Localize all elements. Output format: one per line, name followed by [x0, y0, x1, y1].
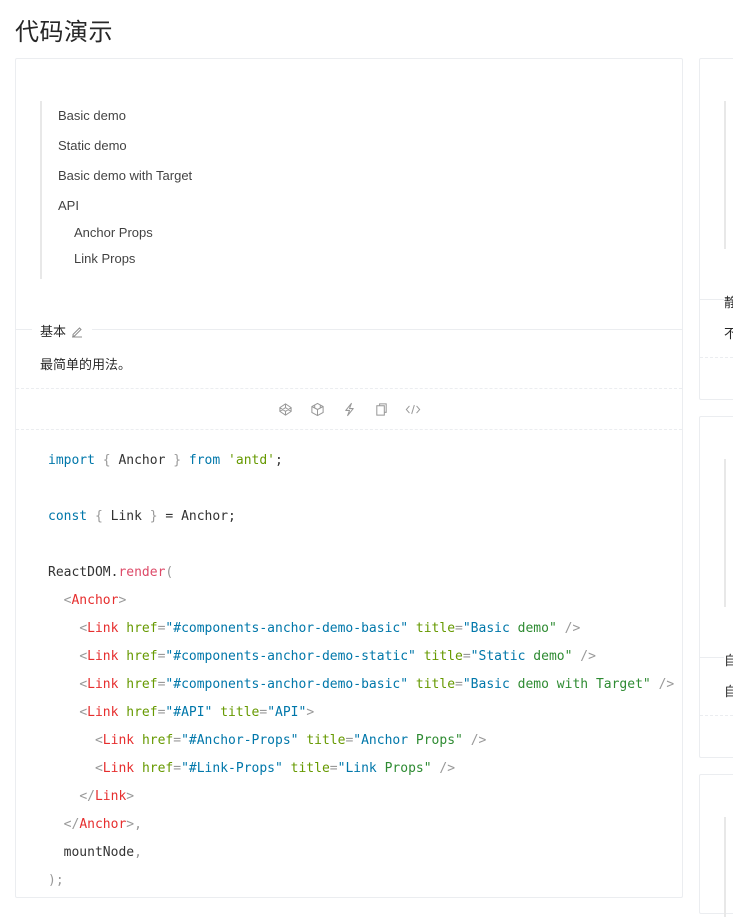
code-line: <Link href="#API" title="API"> — [79, 705, 315, 720]
page-title: 代码演示 — [15, 18, 113, 46]
anchor-nav-line — [724, 101, 726, 249]
meta-divider — [700, 299, 724, 300]
demo-description: 自 — [724, 684, 733, 699]
anchor-link-basic-demo-with-target[interactable]: Basic demo with Target — [58, 168, 192, 183]
demo-description: 不 — [724, 326, 733, 341]
meta-divider — [700, 657, 724, 658]
codepen-icon[interactable] — [277, 401, 293, 417]
code-line: <Link href="#components-anchor-demo-stat… — [79, 649, 596, 664]
anchor-nav-line — [724, 817, 726, 917]
code-block: import { Anchor } from 'antd'; const { L… — [48, 447, 674, 895]
code-line: ); — [48, 873, 64, 888]
anchor-nav-line — [724, 459, 726, 607]
demo-title-text: 基本 — [40, 324, 67, 339]
code-line: <Link href="#components-anchor-demo-basi… — [79, 677, 675, 692]
code-actions — [16, 388, 682, 430]
demo-title-text: 自 — [724, 653, 733, 668]
code-line: </Link> — [79, 789, 135, 804]
code-line: <Link href="#components-anchor-demo-basi… — [79, 621, 581, 636]
demo-description: 最简单的用法。 — [40, 357, 132, 372]
demo-meta-title: 基本 — [32, 321, 93, 340]
anchor-link-anchor-props[interactable]: Anchor Props — [74, 225, 153, 240]
anchor-link-basic-demo[interactable]: Basic demo — [58, 108, 126, 123]
demo-card-target: 自 自 — [699, 416, 733, 758]
code-line: <Link href="#Anchor-Props" title="Anchor… — [94, 733, 487, 748]
demo-card-static: 静 不 — [699, 58, 733, 400]
expand-code-icon[interactable] — [405, 401, 421, 417]
code-line: const { Link } = Anchor; — [48, 509, 236, 524]
edit-icon[interactable] — [70, 324, 84, 338]
code-line: ReactDOM.render( — [48, 565, 174, 580]
anchor-nav: Basic demo Static demo Basic demo with T… — [40, 101, 340, 279]
actions-divider — [700, 357, 733, 358]
riddle-icon[interactable] — [341, 401, 357, 417]
codesandbox-icon[interactable] — [309, 401, 325, 417]
code-line: <Link href="#Link-Props" title="Link Pro… — [94, 761, 456, 776]
anchor-link-api[interactable]: API — [58, 198, 79, 213]
anchor-link-link-props[interactable]: Link Props — [74, 251, 135, 266]
code-line: mountNode, — [48, 845, 142, 860]
demo-preview: Basic demo Static demo Basic demo with T… — [16, 59, 682, 329]
actions-divider — [700, 715, 733, 716]
demo-meta: 基本 最简单的用法。 — [16, 321, 682, 389]
code-line: </Anchor>, — [63, 817, 142, 832]
copy-icon[interactable] — [373, 401, 389, 417]
demo-title-text: 静 — [724, 295, 733, 310]
demo-card-basic: Basic demo Static demo Basic demo with T… — [15, 58, 683, 898]
demo-card-api — [699, 774, 733, 917]
code-line: import { Anchor } from 'antd'; — [48, 453, 283, 468]
code-line: <Anchor> — [63, 593, 127, 608]
anchor-link-static-demo[interactable]: Static demo — [58, 138, 127, 153]
